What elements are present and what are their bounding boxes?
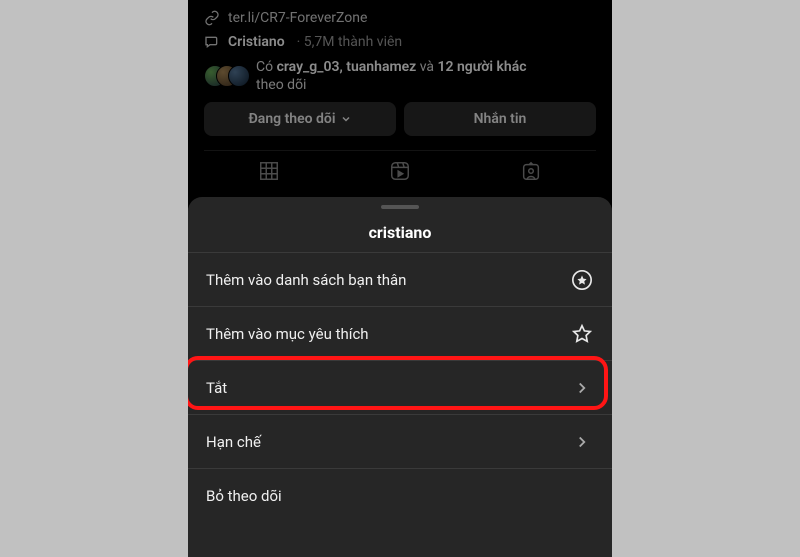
tab-tagged[interactable] [465,151,596,190]
tab-grid[interactable] [204,151,335,190]
row-restrict[interactable]: Hạn chế [188,414,612,468]
star-circle-icon [570,268,594,292]
bio-link-row[interactable]: ter.li/CR7-ForeverZone [204,10,596,26]
tagged-icon [520,160,542,182]
row-label: Thêm vào mục yêu thích [206,325,570,343]
grid-icon [258,160,280,182]
following-button[interactable]: Đang theo dõi [204,102,396,136]
row-label: Bỏ theo dõi [206,487,570,505]
profile-action-buttons: Đang theo dõi Nhắn tin [204,102,596,136]
followed-by-text: Có cray_g_03, tuanhamez và 12 người khác… [256,58,527,94]
chevron-right-icon [570,376,594,400]
followed-by-row[interactable]: Có cray_g_03, tuanhamez và 12 người khác… [204,58,596,94]
sheet-title: cristiano [188,223,612,242]
reels-icon [389,160,411,182]
row-favorites[interactable]: Thêm vào mục yêu thích [188,306,612,360]
channel-row[interactable]: Cristiano · 5,7M thành viên [204,34,596,50]
tab-reels[interactable] [335,151,466,190]
link-icon [204,10,220,26]
bio-link-text: ter.li/CR7-ForeverZone [228,10,367,26]
star-outline-icon [570,322,594,346]
row-label: Thêm vào danh sách bạn thân [206,271,570,289]
channel-name: Cristiano [228,34,285,50]
follower-avatars [204,64,248,88]
row-mute[interactable]: Tắt [188,360,612,414]
message-button[interactable]: Nhắn tin [404,102,596,136]
chevron-down-icon [340,113,352,125]
bottom-sheet: cristiano Thêm vào danh sách bạn thân Th… [188,197,612,557]
row-unfollow[interactable]: Bỏ theo dõi [188,468,612,522]
row-label: Hạn chế [206,433,570,451]
profile-area-dimmed: ter.li/CR7-ForeverZone Cristiano · 5,7M … [188,0,612,190]
phone-screen: ter.li/CR7-ForeverZone Cristiano · 5,7M … [188,0,612,557]
row-label: Tắt [206,379,570,397]
channel-members: · 5,7M thành viên [297,34,403,50]
profile-tabs [204,150,596,190]
channel-icon [204,34,220,50]
chevron-right-icon [570,430,594,454]
sheet-handle[interactable] [381,205,419,209]
row-close-friends[interactable]: Thêm vào danh sách bạn thân [188,252,612,306]
